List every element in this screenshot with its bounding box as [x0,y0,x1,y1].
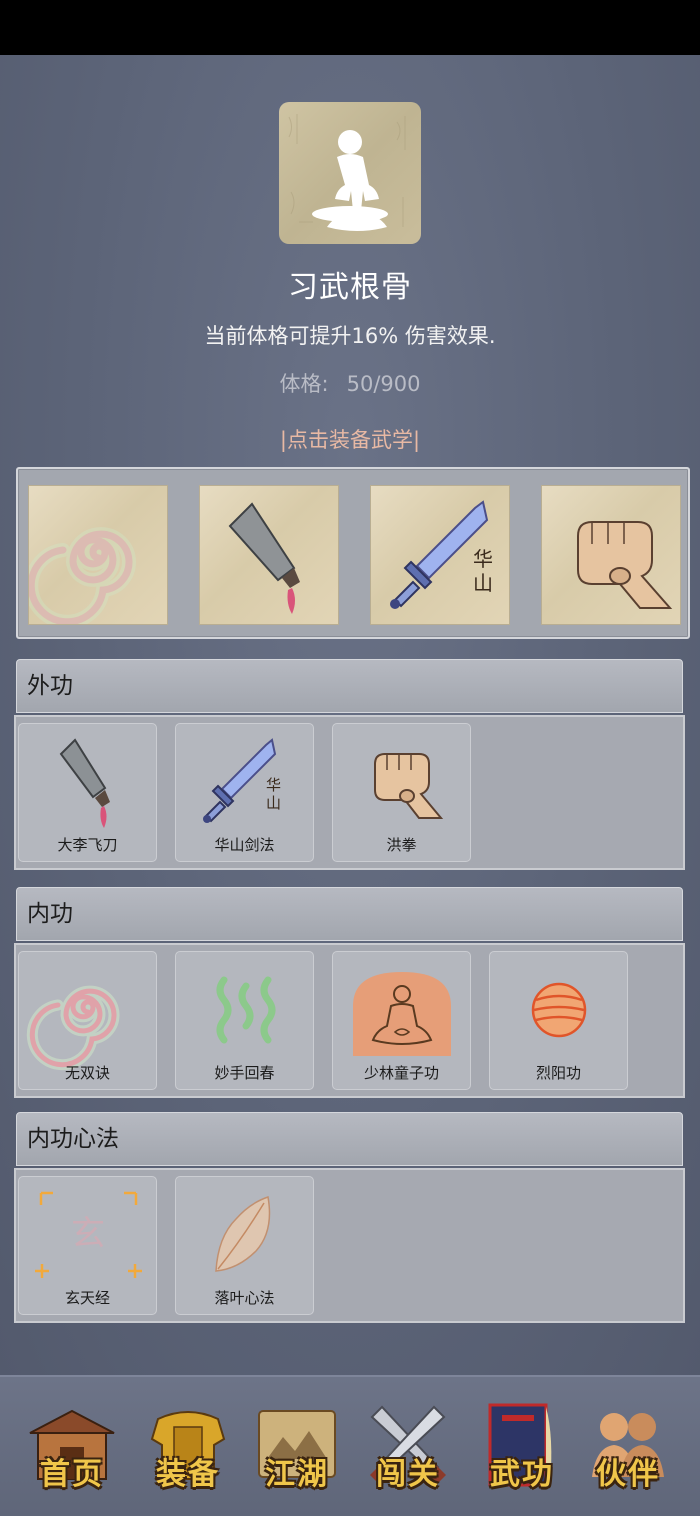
section-header-internal: 内功 [16,887,683,941]
nav-wugong[interactable]: 武功 [472,1397,572,1497]
nav-jianghu[interactable]: 江湖 [247,1397,347,1497]
nav-home[interactable]: 首页 [22,1397,122,1497]
skill-label: 落叶心法 [214,1289,275,1307]
sword-glyph-1: 华 [266,776,281,794]
skill-card-wushuang-jue[interactable]: 无双诀 [18,951,157,1090]
skill-card-dali-feidao[interactable]: 大李飞刀 [18,723,157,862]
stat-label: 体格: [279,372,329,396]
equip-slot-2[interactable] [199,485,339,625]
effect-description: 当前体格可提升16% 伤害效果. [204,324,496,348]
section-header-external: 外功 [16,659,683,713]
skill-card-miaoshou-huichun[interactable]: 妙手回春 [175,951,314,1090]
skill-card-hongquan[interactable]: 洪拳 [332,723,471,862]
nav-label: 首页 [40,1457,104,1492]
nav-label: 江湖 [265,1457,329,1492]
bottom-navigation: 首页 装备 江湖 闯关 武功 伙伴 [0,1375,700,1516]
huashan-sword-icon: 华 山 [390,500,493,609]
skill-label: 无双诀 [64,1064,110,1082]
skill-label: 大李飞刀 [57,836,118,854]
nav-partners[interactable]: 伙伴 [578,1397,678,1497]
skill-card-shaolin-tongzi[interactable]: 少林童子功 [332,951,471,1090]
equip-slot-1[interactable] [28,485,168,625]
sword-glyph-2: 山 [473,571,493,595]
meditation-icon [288,114,406,231]
equip-slot-3[interactable]: 华 山 [370,485,510,625]
skill-card-lieyang-gong[interactable]: 烈阳功 [489,951,628,1090]
equip-slot-4[interactable] [541,485,681,625]
page-title: 习武根骨 [288,270,412,305]
cleaver-icon [228,502,300,614]
constitution-stat: 体格: 50/900 [0,368,700,398]
fist-icon [577,521,673,609]
skill-label: 少林童子功 [363,1064,439,1082]
nav-equipment[interactable]: 装备 [138,1397,238,1497]
skill-card-luoye-xinfa[interactable]: 落叶心法 [175,1176,314,1315]
sword-glyph-1: 华 [473,547,493,571]
nav-label: 武功 [490,1457,554,1492]
skill-label: 烈阳功 [535,1064,581,1082]
skill-label: 玄天经 [64,1289,110,1307]
section-body-mental-methods: 玄 玄天经 落叶心法 [14,1168,685,1323]
equip-martial-arts-link[interactable]: |点击装备武学| [0,424,700,454]
skill-card-xuantian-jing[interactable]: 玄 玄天经 [18,1176,157,1315]
equipped-slots-panel: 华 山 [16,467,690,639]
nav-label: 装备 [156,1457,220,1492]
skill-label: 洪拳 [386,836,417,854]
nav-label: 伙伴 [596,1457,660,1492]
sword-glyph-2: 山 [266,794,281,812]
skill-label: 妙手回春 [214,1064,275,1082]
skill-label: 华山剑法 [214,836,275,854]
skill-card-huashan-jianfa[interactable]: 华 山 华山剑法 [175,723,314,862]
portrait-frame [279,102,421,244]
stat-value: 50/900 [346,372,421,396]
nav-chuangguan[interactable]: 闯关 [358,1397,458,1497]
xuan-glyph: 玄 [71,1214,105,1254]
section-body-internal: 无双诀 妙手回春 少林童子功 烈阳功 [14,943,685,1098]
section-header-mental-methods: 内功心法 [16,1112,683,1166]
section-body-external: 大李飞刀 华 山 华山剑法 洪拳 [14,715,685,870]
swirl-icon [29,527,136,624]
nav-label: 闯关 [376,1457,440,1492]
status-bar [0,0,700,55]
